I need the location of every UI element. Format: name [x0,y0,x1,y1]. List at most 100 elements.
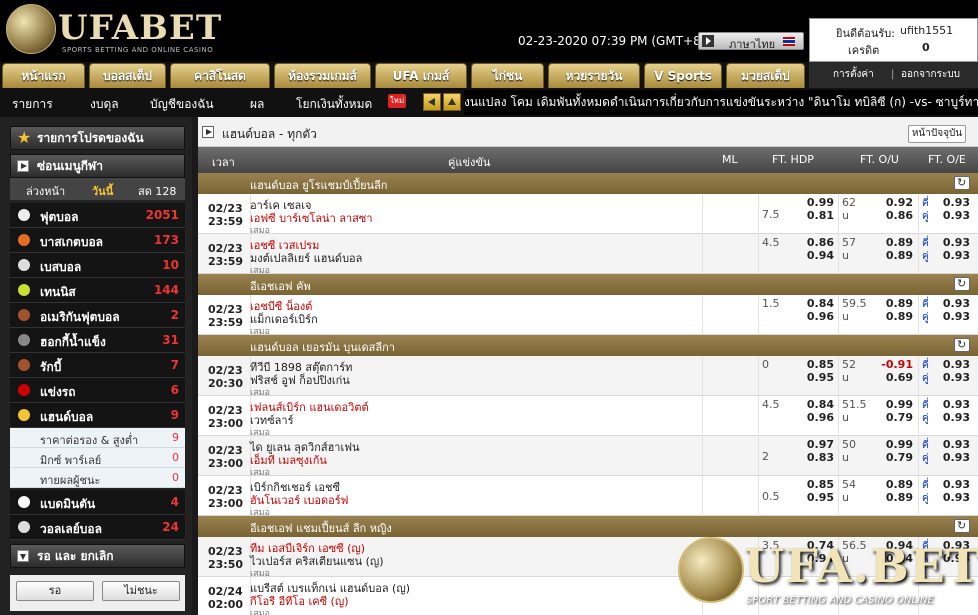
column-divider [702,436,703,476]
ticker-prev-button[interactable] [423,93,441,111]
oe-odd-odds[interactable]: 0.93 [930,438,970,451]
ou-under-odds[interactable]: 0.79 [873,451,913,464]
sport-item[interactable]: บาสเกตบอล 173 [10,228,185,253]
pending-cancel-header[interactable]: รอ และ ยกเลิก [10,544,185,568]
ou-over-odds[interactable]: 0.89 [873,297,913,310]
sport-label: แฮนด์บอล [40,410,94,424]
ou-under-odds[interactable]: 0.79 [873,411,913,424]
ticker-pause-button[interactable] [443,93,461,111]
hdp-home-odds[interactable]: 0.85 [794,478,834,491]
oe-odd-odds[interactable]: 0.93 [930,478,970,491]
subnav-balance[interactable]: งบดุล [90,95,119,114]
hdp-home-odds[interactable]: 0.84 [794,297,834,310]
ou-under-odds[interactable]: 0.89 [873,310,913,323]
tab-ufa-games[interactable]: UFA เกมส์ [375,63,467,88]
oe-even-odds[interactable]: 0.93 [930,310,970,323]
handball-subitem[interactable]: ราคาต่อรอง & สูงต่ำ 9 [10,428,185,448]
hdp-home-odds[interactable]: 0.86 [794,236,834,249]
match-time: 23:59 [208,316,244,329]
oe-odd-odds[interactable]: 0.93 [930,236,970,249]
oe-odd-odds[interactable]: 0.93 [930,196,970,209]
oe-even-odds[interactable]: 0.93 [930,209,970,222]
oe-even-odds[interactable]: 0.93 [930,411,970,424]
sport-item[interactable]: ฟุตบอล 2051 [10,203,185,228]
filter-early[interactable]: ล่วงหน้า [26,182,65,200]
ou-over-odds[interactable]: 0.89 [873,478,913,491]
hide-sports-menu-header[interactable]: ซ่อนเมนูกีฬา [10,154,185,178]
pending-buttons: รอ ไม่ชนะ [10,575,185,611]
hdp-away-odds[interactable]: 0.96 [794,310,834,323]
hdp-home-odds[interactable]: 0.85 [794,358,834,371]
subnav-results[interactable]: ผล [250,95,264,114]
away-team[interactable]: ไวเปอร์ส คริสเตียนแซน (ญ) [250,552,384,570]
link-separator: | [891,69,895,80]
sport-item[interactable]: อเมริกันฟุตบอล 2 [10,303,185,328]
sport-item[interactable]: แข่งรถ 6 [10,378,185,403]
ou-under-odds[interactable]: 0.69 [873,371,913,384]
hdp-away-odds[interactable]: 0.96 [794,411,834,424]
ou-under-odds[interactable]: 0.89 [873,249,913,262]
favorites-header[interactable]: ★ รายการโปรดของฉัน [10,126,185,150]
oe-even-odds[interactable]: 0.93 [930,371,970,384]
tab-muay-step[interactable]: มวยสเต็ป [726,63,805,88]
oe-odd-odds[interactable]: 0.93 [930,398,970,411]
ou-over-odds[interactable]: 0.99 [873,398,913,411]
refresh-icon[interactable] [954,338,970,352]
tab-v-sports[interactable]: V Sports [644,63,722,88]
tab-home[interactable]: หน้าแรก [2,63,85,88]
cancel-button[interactable]: ไม่ชนะ [102,581,180,601]
filter-live[interactable]: สด 128 [138,182,176,200]
refresh-icon[interactable] [954,519,970,533]
handball-subitem[interactable]: มิกซ์ พาร์เลย์ 0 [10,448,185,468]
ou-over-odds[interactable]: 0.92 [873,196,913,209]
ou-over-odds[interactable]: 0.99 [873,438,913,451]
column-divider [918,234,919,274]
hdp-away-odds[interactable]: 0.94 [794,249,834,262]
oe-even-odds[interactable]: 0.93 [930,491,970,504]
tab-lottery[interactable]: หวยรายวัน [548,63,640,88]
oe-even-odds[interactable]: 0.93 [930,451,970,464]
refresh-icon[interactable] [954,176,970,190]
ou-under-odds[interactable]: 0.89 [873,491,913,504]
oe-even-odds[interactable]: 0.93 [930,249,970,262]
current-page-button[interactable]: หน้าปัจจุบัน [908,125,966,143]
hdp-home-odds[interactable]: 0.99 [794,196,834,209]
ou-under-odds[interactable]: 0.86 [873,209,913,222]
tab-live-casino[interactable]: คาสิโนสด [170,63,270,88]
ou-under-label: u [842,451,849,464]
refresh-icon[interactable] [954,277,970,291]
sport-count: 173 [153,233,179,247]
hdp-away-odds[interactable]: 0.83 [794,451,834,464]
ou-over-odds[interactable]: -0.91 [873,358,913,371]
sport-item[interactable]: เทนนิส 144 [10,278,185,303]
hdp-away-odds[interactable]: 0.81 [794,209,834,222]
subnav-transactions[interactable]: รายการ [12,95,53,114]
sport-count: 2 [170,308,179,322]
oe-even-label: คู่ [922,312,929,323]
sport-item[interactable]: แฮนด์บอล 9 [10,403,185,428]
hdp-home-odds[interactable]: 0.97 [794,438,834,451]
sport-item[interactable]: ฮอกกี้น้ำแข็ง 31 [10,328,185,353]
sport-item[interactable]: รักบี้ 7 [10,353,185,378]
oe-odd-odds[interactable]: 0.93 [930,297,970,310]
logout-link[interactable]: ออกจากระบบ [901,62,960,88]
handball-subitem[interactable]: ทายผลผู้ชนะ 0 [10,468,185,488]
wait-button[interactable]: รอ [16,581,94,601]
logo[interactable]: UFABET SPORTS BETTING AND ONLINE CASINO [6,4,221,56]
settings-link[interactable]: การตั้งค่า [833,62,874,88]
sport-item[interactable]: เบสบอล 10 [10,253,185,278]
oe-odd-odds[interactable]: 0.93 [930,358,970,371]
subnav-my-account[interactable]: บัญชีของฉัน [150,95,214,114]
hdp-away-odds[interactable]: 0.95 [794,491,834,504]
ou-over-odds[interactable]: 0.89 [873,236,913,249]
language-selector[interactable]: ภาษาไทย [698,32,804,51]
sport-item[interactable]: วอลเลย์บอล 24 [10,515,185,540]
tab-games-room[interactable]: ห้องรวมเกมส์ [274,63,371,88]
tab-step[interactable]: บอลสเต็ป [89,63,166,88]
subnav-transfer-all[interactable]: โยกเงินทั้งหมด [296,95,372,114]
hdp-home-odds[interactable]: 0.84 [794,398,834,411]
hdp-away-odds[interactable]: 0.95 [794,371,834,384]
filter-today[interactable]: วันนี้ [92,182,113,200]
sport-item[interactable]: แบดมินตัน 4 [10,490,185,515]
tab-cockfight[interactable]: ไก่ชน [471,63,544,88]
